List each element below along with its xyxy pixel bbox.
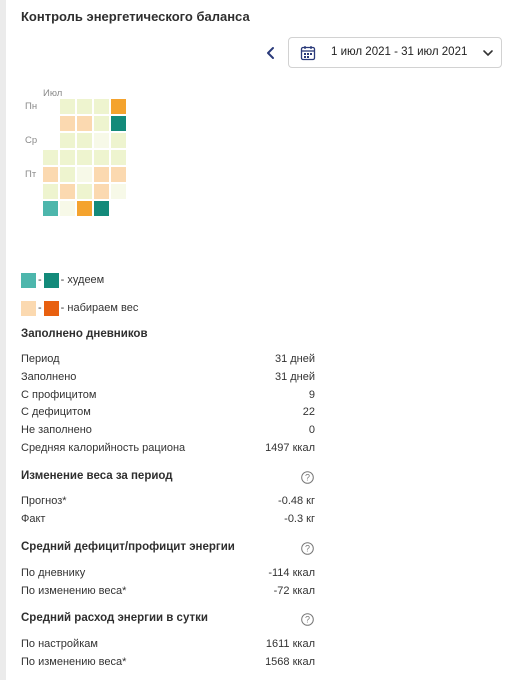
- diaries-section-title: Заполнено дневников: [21, 328, 148, 340]
- heatmap-cell[interactable]: [111, 133, 126, 148]
- heatmap-cell[interactable]: [94, 99, 109, 114]
- calendar-icon: [300, 46, 316, 61]
- heatmap-cell[interactable]: [60, 201, 75, 216]
- heatmap-cell[interactable]: [43, 184, 58, 199]
- svg-text:?: ?: [305, 615, 310, 625]
- heatmap-cell[interactable]: [77, 150, 92, 165]
- help-icon[interactable]: ?: [301, 542, 314, 555]
- help-icon[interactable]: ?: [301, 471, 314, 484]
- stat-row: Заполнено 31 дней: [21, 371, 315, 383]
- heatmap-cell[interactable]: [43, 201, 58, 216]
- legend-swatch-surplus-dark: [43, 300, 59, 316]
- day-label-mon: Пн: [25, 101, 38, 112]
- energy-balance-panel: Контроль энергетического баланса 1 июл 2…: [6, 0, 507, 680]
- day-label-wed: Ср: [25, 135, 38, 146]
- date-range-value: 1 июл 2021 - 31 июл 2021: [331, 46, 468, 58]
- heatmap-cell[interactable]: [60, 150, 75, 165]
- heatmap-cell[interactable]: [77, 201, 92, 216]
- legend-swatch-deficit-light: [21, 272, 36, 288]
- heatmap-cell[interactable]: [77, 116, 92, 131]
- heatmap-cell[interactable]: [77, 99, 92, 114]
- stat-row: Период 31 дней: [21, 353, 315, 365]
- heatmap-cell[interactable]: [77, 184, 92, 199]
- stat-row: Факт -0.3 кг: [21, 513, 315, 525]
- legend-gain-label: - набираем вес: [60, 302, 139, 314]
- stat-row: По изменению веса* -72 ккал: [21, 585, 315, 597]
- stat-row: Не заполнено 0: [21, 424, 315, 436]
- chevron-left-icon: [267, 47, 274, 59]
- stat-row: Средняя калорийность рациона 1497 ккал: [21, 442, 315, 454]
- heatmap-cell[interactable]: [43, 150, 58, 165]
- heatmap-cell[interactable]: [77, 133, 92, 148]
- stat-row: С дефицитом 22: [21, 406, 315, 418]
- heatmap-cell[interactable]: [60, 184, 75, 199]
- legend-gain: - - набираем вес: [21, 300, 138, 316]
- heatmap-cell[interactable]: [111, 99, 126, 114]
- stat-row: Прогноз* -0.48 кг: [21, 495, 315, 507]
- heatmap-cell[interactable]: [60, 99, 75, 114]
- legend-swatch-surplus-light: [21, 300, 36, 316]
- heatmap-cell[interactable]: [94, 201, 109, 216]
- heatmap-cell[interactable]: [94, 167, 109, 182]
- page-title: Контроль энергетического баланса: [21, 9, 250, 24]
- heatmap-cell[interactable]: [60, 167, 75, 182]
- stat-row: С профицитом 9: [21, 389, 315, 401]
- heatmap-cell[interactable]: [111, 184, 126, 199]
- stat-row: По настройкам 1611 ккал: [21, 638, 315, 650]
- heatmap-cell[interactable]: [111, 116, 126, 131]
- date-range-select[interactable]: 1 июл 2021 - 31 июл 2021: [288, 37, 502, 68]
- heatmap-cell[interactable]: [60, 116, 75, 131]
- heatmap-cell[interactable]: [111, 167, 126, 182]
- prev-period-button[interactable]: [264, 45, 278, 61]
- avg-expense-section-title: Средний расход энергии в сутки: [21, 612, 208, 624]
- heatmap-cell[interactable]: [94, 150, 109, 165]
- stat-row: По изменению веса* 1568 ккал: [21, 656, 315, 668]
- chevron-down-icon: [483, 50, 493, 57]
- heatmap-cell[interactable]: [60, 133, 75, 148]
- heatmap-cell[interactable]: [77, 167, 92, 182]
- stat-row: По дневнику -114 ккал: [21, 567, 315, 579]
- weight-change-section-title: Изменение веса за период: [21, 470, 173, 482]
- help-icon[interactable]: ?: [301, 613, 314, 626]
- heatmap-cell[interactable]: [94, 116, 109, 131]
- legend-swatch-deficit-dark: [43, 272, 59, 288]
- heatmap-cell[interactable]: [111, 150, 126, 165]
- legend-lose-label: - худеем: [60, 274, 105, 286]
- heatmap-cell[interactable]: [94, 133, 109, 148]
- svg-text:?: ?: [305, 544, 310, 554]
- day-label-fri: Пт: [25, 169, 37, 180]
- heatmap-cell[interactable]: [94, 184, 109, 199]
- legend-lose: - - худеем: [21, 272, 104, 288]
- heatmap-cell[interactable]: [43, 167, 58, 182]
- svg-text:?: ?: [305, 473, 310, 483]
- avg-balance-section-title: Средний дефицит/профицит энергии: [21, 541, 235, 553]
- month-label: Июл: [43, 88, 63, 99]
